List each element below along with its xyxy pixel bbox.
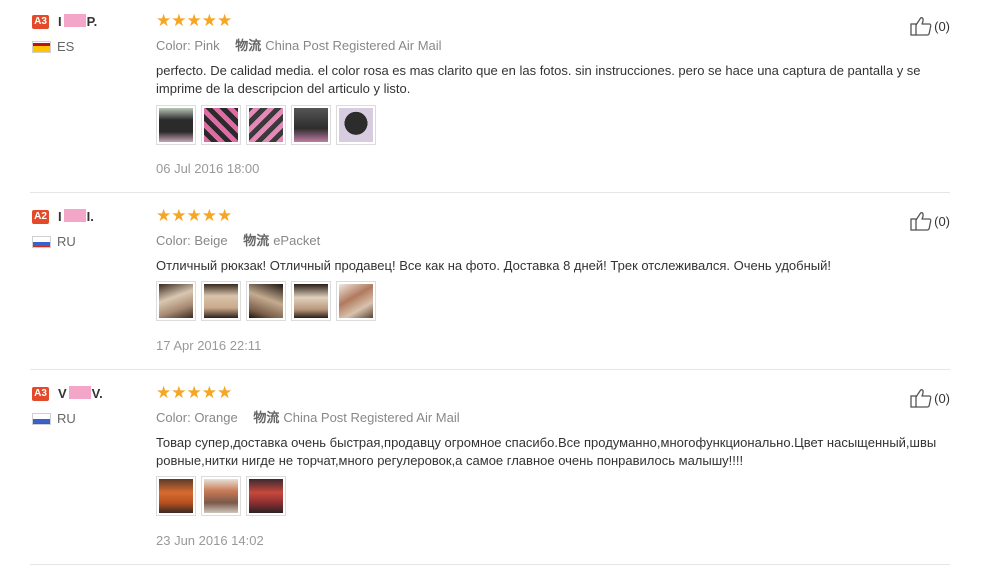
review-photo-thumbnail[interactable]	[246, 281, 286, 321]
buyer-name[interactable]: V V.	[58, 385, 103, 403]
review-photo-thumbnail[interactable]	[336, 105, 376, 145]
helpful-button[interactable]: (0)	[910, 388, 950, 408]
order-info: Color: Pink 物流 China Post Registered Air …	[156, 37, 442, 55]
spain-flag-icon	[32, 41, 51, 53]
review-photo-thumbnail[interactable]	[156, 105, 196, 145]
review-item: A2 I I. RU ★★★★★ Color: Beige 物流 ePacket О…	[30, 205, 950, 370]
review-photo-thumbnail[interactable]	[291, 281, 331, 321]
color-label: Color:	[156, 233, 191, 248]
buyer-name-last: V.	[91, 386, 103, 401]
review-photo-thumbnail[interactable]	[156, 281, 196, 321]
color-label: Color:	[156, 410, 191, 425]
buyer-name-last: P.	[86, 14, 98, 29]
color-label: Color:	[156, 38, 191, 53]
name-mask	[68, 386, 91, 399]
review-date: 17 Apr 2016 22:11	[156, 338, 262, 353]
buyer-country: ES	[57, 39, 75, 54]
thumbs-up-icon	[910, 212, 932, 231]
star-rating: ★★★★★	[156, 206, 233, 225]
order-info: Color: Orange 物流 China Post Registered Ai…	[156, 409, 460, 427]
review-photos	[156, 476, 286, 516]
review-date: 23 Jun 2016 14:02	[156, 533, 264, 548]
review-text: perfecto. De calidad media. el color ros…	[156, 63, 921, 96]
order-info: Color: Beige 物流 ePacket	[156, 232, 320, 250]
buyer-level-badge: A3	[32, 15, 49, 29]
helpful-button[interactable]: (0)	[910, 211, 950, 231]
buyer-country: RU	[57, 234, 76, 249]
buyer-level-badge: A2	[32, 210, 49, 224]
shipping-method: China Post Registered Air Mail	[265, 38, 442, 53]
review-photo-thumbnail[interactable]	[336, 281, 376, 321]
buyer-name-first: I	[58, 209, 62, 224]
review-date: 06 Jul 2016 18:00	[156, 161, 260, 176]
review-photo-thumbnail[interactable]	[291, 105, 331, 145]
review-photos	[156, 105, 376, 145]
review-photo-thumbnail[interactable]	[246, 476, 286, 516]
color-value: Pink	[194, 38, 220, 53]
helpful-count: (0)	[934, 390, 950, 406]
name-mask	[63, 209, 86, 222]
russia-flag-icon	[32, 236, 51, 248]
helpful-count: (0)	[934, 213, 950, 229]
name-mask	[63, 14, 86, 27]
color-value: Beige	[194, 233, 228, 248]
review-photo-thumbnail[interactable]	[201, 105, 241, 145]
review-photos	[156, 281, 376, 321]
shipping-method: ePacket	[273, 233, 321, 248]
shipping-label: 物流	[243, 233, 270, 248]
helpful-button[interactable]: (0)	[910, 16, 950, 36]
shipping-label: 物流	[235, 38, 262, 53]
buyer-name[interactable]: I I.	[58, 208, 94, 226]
buyer-name-first: V	[58, 386, 67, 401]
thumbs-up-icon	[910, 389, 932, 408]
review-photo-thumbnail[interactable]	[246, 105, 286, 145]
buyer-country: RU	[57, 411, 76, 426]
review-item: A3 V V. RU ★★★★★ Color: Orange 物流 China Po…	[30, 382, 950, 565]
review-item: A3 I P. ES ★★★★★ Color: Pink 物流 China Post…	[30, 10, 950, 193]
review-photo-thumbnail[interactable]	[201, 281, 241, 321]
color-value: Orange	[194, 410, 238, 425]
shipping-method: China Post Registered Air Mail	[283, 410, 460, 425]
buyer-name[interactable]: I P.	[58, 13, 97, 31]
review-text: Отличный рюкзак! Отличный продавец! Все …	[156, 258, 831, 273]
buyer-name-last: I.	[86, 209, 94, 224]
review-text: Товар супер,доставка очень быстрая,прода…	[156, 435, 937, 468]
review-photo-thumbnail[interactable]	[201, 476, 241, 516]
shipping-label: 物流	[253, 410, 280, 425]
star-rating: ★★★★★	[156, 11, 233, 30]
review-photo-thumbnail[interactable]	[156, 476, 196, 516]
thumbs-up-icon	[910, 17, 932, 36]
buyer-name-first: I	[58, 14, 62, 29]
helpful-count: (0)	[934, 18, 950, 34]
russia-flag-icon	[32, 413, 51, 425]
star-rating: ★★★★★	[156, 383, 233, 402]
buyer-level-badge: A3	[32, 387, 49, 401]
